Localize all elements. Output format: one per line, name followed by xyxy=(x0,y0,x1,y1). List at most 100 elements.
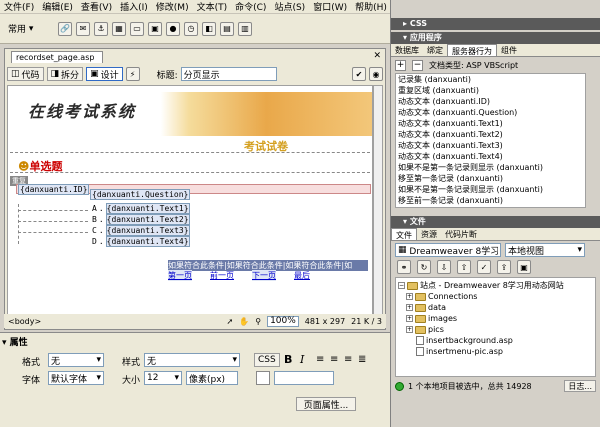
check-browser-icon[interactable]: ✔ xyxy=(352,67,366,81)
expand-icon[interactable]: + xyxy=(406,304,413,311)
menu-edit[interactable]: 编辑(E) xyxy=(38,0,77,13)
tab-bindings[interactable]: 绑定 xyxy=(423,44,447,56)
menu-modify[interactable]: 修改(M) xyxy=(152,0,193,13)
preview-icon[interactable]: ◉ xyxy=(369,67,383,81)
site-select[interactable]: ▦ Dreamweaver 8学习用 xyxy=(395,243,501,257)
live-data-icon[interactable]: ⚡ xyxy=(125,67,140,81)
menu-help[interactable]: 帮助(H) xyxy=(351,0,391,13)
list-item[interactable]: 动态文本 (danxuanti.ID) xyxy=(396,96,585,107)
page-properties-button[interactable]: 页面属性... xyxy=(296,397,356,411)
put-icon[interactable]: ⇧ xyxy=(457,260,471,274)
color-input[interactable] xyxy=(274,371,334,385)
date-icon[interactable]: ◷ xyxy=(184,21,198,36)
option-field[interactable]: {danxuanti.Text2} xyxy=(105,214,190,225)
menu-view[interactable]: 查看(V) xyxy=(77,0,116,13)
tab-databases[interactable]: 数据库 xyxy=(391,44,423,56)
style-select[interactable]: 无 ▾ xyxy=(144,353,240,367)
css-panel-header[interactable]: ▸ CSS xyxy=(391,18,600,30)
option-row[interactable]: A. {danxuanti.Text1} xyxy=(92,203,368,214)
remove-behavior-icon[interactable]: − xyxy=(412,59,423,71)
tab-components[interactable]: 组件 xyxy=(497,44,521,56)
collapse-icon[interactable]: − xyxy=(398,282,405,289)
css-button[interactable]: CSS xyxy=(254,353,280,367)
expand-icon[interactable]: + xyxy=(406,315,413,322)
check-in-icon[interactable]: ⇪ xyxy=(497,260,511,274)
code-view-button[interactable]: ◫ 代码 xyxy=(7,67,44,81)
expand-icon[interactable]: + xyxy=(406,293,413,300)
anchor-icon[interactable]: ⚓ xyxy=(94,21,108,36)
zoom-icon[interactable]: ⚲ xyxy=(255,317,261,326)
field-id[interactable]: {danxuanti.ID} xyxy=(18,184,90,195)
expand-icon[interactable]: ▣ xyxy=(517,260,531,274)
tab-server-behaviors[interactable]: 服务器行为 xyxy=(447,44,497,56)
list-item[interactable]: 移至第一条记录 (danxuanti) xyxy=(396,173,585,184)
tree-root[interactable]: − 站点 - Dreamweaver 8学习用动态网站 xyxy=(396,280,595,291)
view-select[interactable]: 本地视图 ▾ xyxy=(505,243,585,257)
get-icon[interactable]: ⇩ xyxy=(437,260,451,274)
menu-insert[interactable]: 插入(I) xyxy=(116,0,152,13)
menu-window[interactable]: 窗口(W) xyxy=(309,0,351,13)
nav-first[interactable]: 第一页 xyxy=(168,270,192,281)
tab-files[interactable]: 文件 xyxy=(391,228,417,240)
design-view-button[interactable]: ▣ 设计 xyxy=(86,67,123,81)
justify-icon[interactable]: ≣ xyxy=(358,354,366,365)
size-select[interactable]: 12 ▾ xyxy=(144,371,182,385)
comment-icon[interactable]: ▤ xyxy=(220,21,234,36)
option-field[interactable]: {danxuanti.Text3} xyxy=(105,225,190,236)
table-icon[interactable]: ▦ xyxy=(112,21,126,36)
image-icon[interactable]: ▣ xyxy=(148,21,162,36)
check-out-icon[interactable]: ✓ xyxy=(477,260,491,274)
tree-folder[interactable]: + Connections xyxy=(396,291,595,302)
tab-assets[interactable]: 资源 xyxy=(417,228,441,240)
align-right-icon[interactable]: ≡ xyxy=(344,354,352,365)
align-left-icon[interactable]: ≡ xyxy=(316,354,324,365)
add-behavior-icon[interactable]: + xyxy=(395,59,406,71)
close-icon[interactable]: ✕ xyxy=(373,51,381,61)
files-panel-header[interactable]: ▾ 文件 xyxy=(391,216,600,228)
split-view-button[interactable]: ◨ 拆分 xyxy=(46,67,84,81)
list-item[interactable]: 移至前一条记录 (danxuanti) xyxy=(396,195,585,206)
template-icon[interactable]: ▥ xyxy=(238,21,252,36)
list-item[interactable]: 如果不是第一条记录则显示 (danxuanti) xyxy=(396,162,585,173)
nav-next[interactable]: 下一页 xyxy=(252,270,276,281)
email-icon[interactable]: ✉ xyxy=(76,21,90,36)
list-item[interactable]: 动态文本 (danxuanti.Text4) xyxy=(396,151,585,162)
list-item[interactable]: 动态文本 (danxuanti.Text2) xyxy=(396,129,585,140)
menu-commands[interactable]: 命令(C) xyxy=(231,0,270,13)
option-row[interactable]: C. {danxuanti.Text3} xyxy=(92,225,368,236)
vertical-scrollbar[interactable] xyxy=(373,85,383,315)
option-field[interactable]: {danxuanti.Text1} xyxy=(105,203,190,214)
tag-selector[interactable]: <body> xyxy=(4,317,41,326)
window-size[interactable]: 481 x 297 xyxy=(305,317,345,326)
document-tab[interactable]: recordset_page.asp xyxy=(11,51,103,63)
list-item[interactable]: 动态文本 (danxuanti.Text3) xyxy=(396,140,585,151)
list-item[interactable]: 动态文本 (danxuanti.Question) xyxy=(396,107,585,118)
list-item[interactable]: 如果不是第一条记录则显示 (danxuanti) xyxy=(396,184,585,195)
tab-snippets[interactable]: 代码片断 xyxy=(441,228,481,240)
unit-select[interactable]: 像素(px) xyxy=(186,371,238,385)
tree-folder[interactable]: + data xyxy=(396,302,595,313)
tree-file[interactable]: insertbackground.asp xyxy=(396,335,595,346)
menu-file[interactable]: 文件(F) xyxy=(0,0,38,13)
option-row[interactable]: D. {danxuanti.Text4} xyxy=(92,236,368,247)
menu-text[interactable]: 文本(T) xyxy=(193,0,232,13)
tree-folder[interactable]: + images xyxy=(396,313,595,324)
align-center-icon[interactable]: ≡ xyxy=(330,354,338,365)
refresh-icon[interactable]: ↻ xyxy=(417,260,431,274)
list-item[interactable]: 记录集 (danxuanti) xyxy=(396,74,585,85)
hyperlink-icon[interactable]: 🔗 xyxy=(58,21,72,36)
zoom-select[interactable]: 100% xyxy=(267,315,299,327)
design-view[interactable]: 在线考试系统 考试试卷 ☻单选题 重复 {danxuanti.ID} {danx… xyxy=(7,85,373,315)
tree-folder[interactable]: + pics xyxy=(396,324,595,335)
hand-icon[interactable]: ✋ xyxy=(239,317,249,326)
connect-icon[interactable]: ⚭ xyxy=(397,260,411,274)
category-select[interactable]: 常用 ▾ xyxy=(6,22,54,36)
properties-header[interactable]: ▾ 属性 xyxy=(2,335,28,348)
bold-button[interactable]: B xyxy=(284,353,292,366)
format-select[interactable]: 无 ▾ xyxy=(48,353,104,367)
menu-site[interactable]: 站点(S) xyxy=(270,0,309,13)
media-icon[interactable]: ● xyxy=(166,21,180,36)
layer-icon[interactable]: ▭ xyxy=(130,21,144,36)
italic-button[interactable]: I xyxy=(300,353,304,366)
title-input[interactable]: 分页显示 xyxy=(180,67,277,81)
